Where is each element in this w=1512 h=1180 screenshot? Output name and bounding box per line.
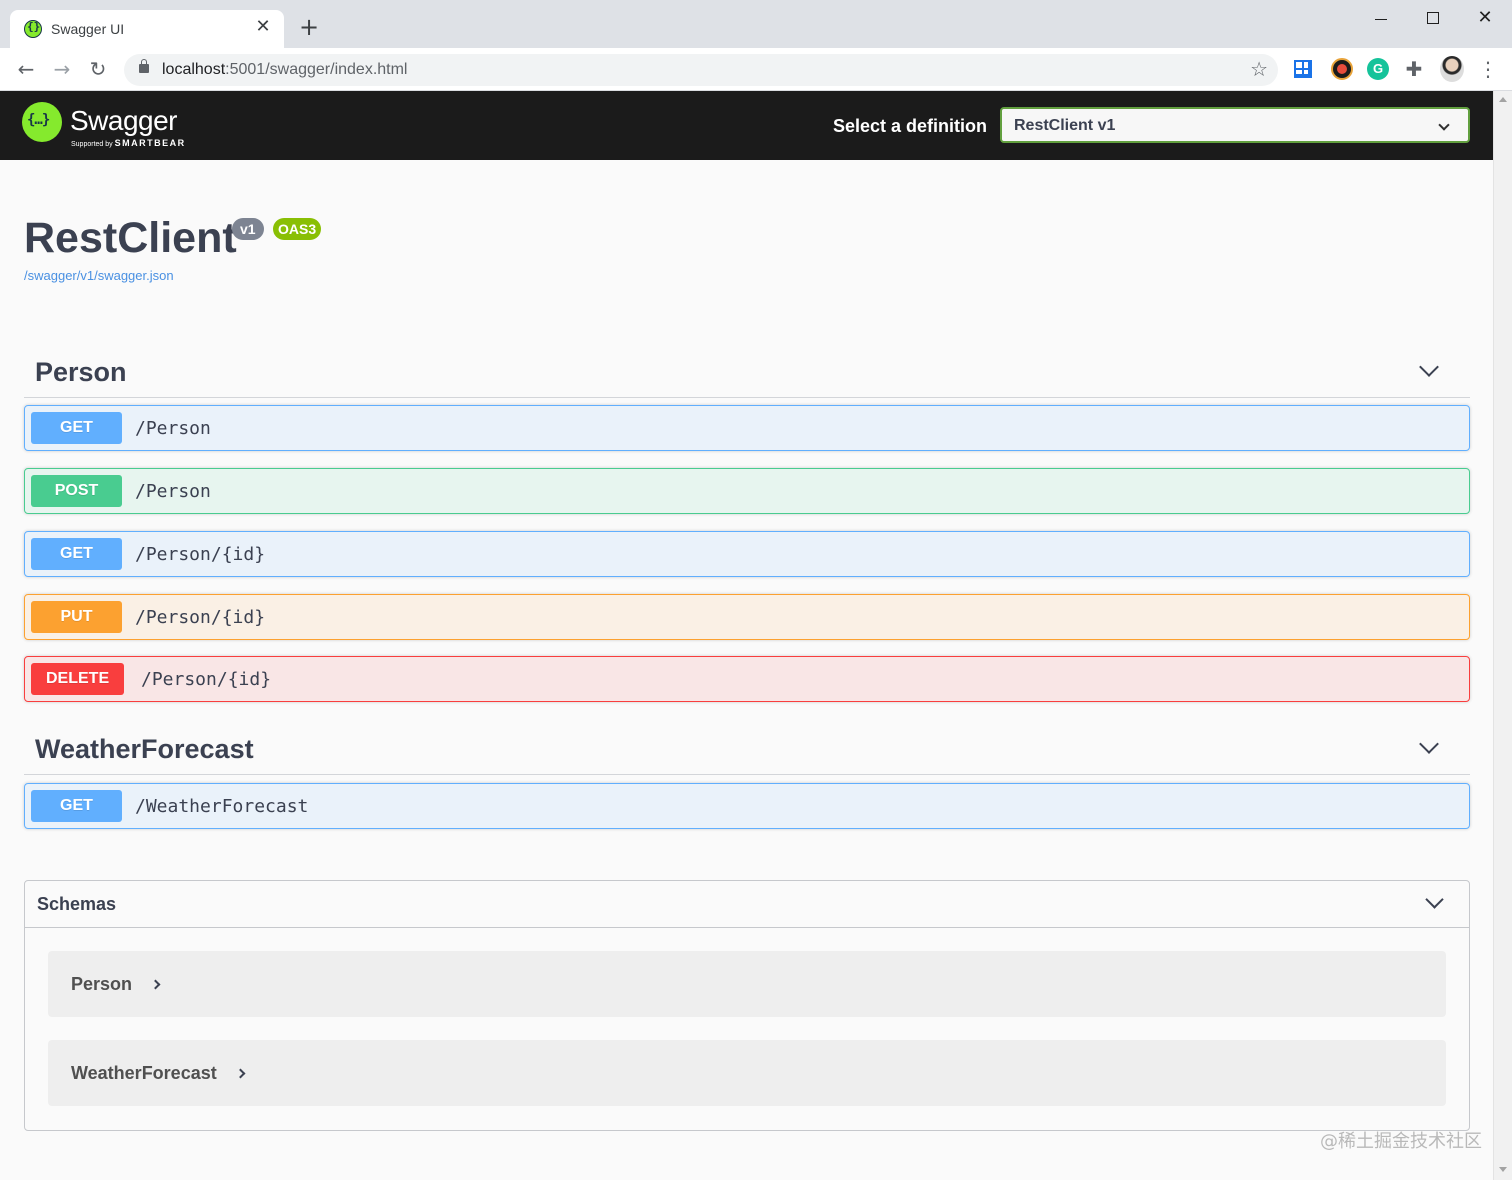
operation-row[interactable]: DELETE /Person/{id} — [24, 656, 1470, 702]
grid-extension-icon[interactable] — [1294, 60, 1312, 78]
model-name: Person — [71, 974, 161, 995]
back-arrow-icon[interactable]: ← — [12, 55, 40, 83]
chevron-right-icon[interactable] — [235, 1068, 246, 1079]
select-definition-label: Select a definition — [833, 116, 988, 136]
chevron-down-icon[interactable] — [1425, 890, 1444, 909]
tab-close-icon[interactable]: ✕ — [252, 16, 274, 38]
tab-title: Swagger UI — [51, 21, 125, 37]
method-badge: GET — [31, 790, 122, 822]
oas-badge: OAS3 — [273, 218, 322, 240]
definition-select[interactable]: RestClient v1 — [1000, 107, 1470, 143]
operation-row[interactable]: GET /WeatherForecast — [24, 783, 1470, 829]
kebab-menu-icon[interactable]: ⋮ — [1478, 57, 1498, 83]
schema-model-weatherforecast[interactable]: WeatherForecast — [48, 1040, 1446, 1106]
swagger-topbar: Swagger Supported by SMARTBEAR Select a … — [0, 91, 1493, 160]
browser-tab[interactable]: Swagger UI ✕ — [10, 10, 284, 48]
chevron-right-icon[interactable] — [150, 979, 161, 990]
operation-path: /Person — [135, 481, 211, 502]
method-badge: DELETE — [31, 663, 125, 695]
forward-arrow-icon[interactable]: → — [48, 55, 76, 83]
method-badge: POST — [31, 475, 122, 507]
operation-path: /Person — [135, 418, 211, 439]
page-scrollbar[interactable] — [1493, 91, 1512, 1180]
new-tab-button[interactable]: + — [296, 14, 322, 40]
star-icon[interactable]: ☆ — [1250, 57, 1268, 81]
version-badge: v1 — [232, 218, 264, 240]
tag-header-weatherforecast[interactable]: WeatherForecast — [24, 727, 1470, 775]
schema-model-person[interactable]: Person — [48, 951, 1446, 1017]
scroll-down-arrow-icon[interactable] — [1499, 1167, 1507, 1172]
puzzle-extension-icon[interactable]: ✚ — [1403, 58, 1425, 80]
schemas-header[interactable]: Schemas — [25, 881, 1469, 928]
selected-definition: RestClient v1 — [1014, 117, 1116, 134]
schemas-title: Schemas — [37, 894, 117, 914]
browser-toolbar: ← → ↻ localhost:5001/swagger/index.html … — [0, 48, 1512, 91]
scroll-up-arrow-icon[interactable] — [1499, 97, 1507, 102]
operation-path: /Person/{id} — [135, 607, 266, 628]
method-badge: PUT — [31, 601, 122, 633]
swagger-logo-icon[interactable] — [22, 102, 62, 142]
logo-subtitle: Supported by SMARTBEAR — [71, 138, 186, 148]
profile-avatar[interactable] — [1440, 56, 1464, 82]
schemas-section: Schemas Person WeatherForecast — [24, 880, 1470, 1131]
chevron-down-icon[interactable] — [1419, 357, 1439, 377]
tag-header-person[interactable]: Person — [24, 350, 1470, 398]
address-bar[interactable]: localhost:5001/swagger/index.html ☆ — [124, 54, 1278, 86]
api-title: RestClient — [24, 214, 237, 262]
browser-titlebar: Swagger UI ✕ + ✕ — [0, 0, 1512, 48]
watermark-text: @稀土掘金技术社区 — [1320, 1131, 1482, 1152]
window-minimize-button[interactable] — [1361, 4, 1401, 32]
method-badge: GET — [31, 412, 122, 444]
tag-name: Person — [35, 357, 127, 387]
spec-url-link[interactable]: /swagger/v1/swagger.json — [24, 268, 174, 283]
clock-extension-icon[interactable] — [1331, 58, 1353, 80]
model-name: WeatherForecast — [71, 1063, 246, 1084]
operation-path: /Person/{id} — [135, 544, 266, 565]
window-maximize-button[interactable] — [1413, 4, 1453, 32]
operation-row[interactable]: POST /Person — [24, 468, 1470, 514]
operation-row[interactable]: PUT /Person/{id} — [24, 594, 1470, 640]
reload-icon[interactable]: ↻ — [84, 55, 112, 83]
tag-name: WeatherForecast — [35, 734, 254, 764]
operation-row[interactable]: GET /Person — [24, 405, 1470, 451]
logo-text[interactable]: Swagger — [70, 105, 178, 137]
window-close-button[interactable]: ✕ — [1465, 4, 1505, 32]
method-badge: GET — [31, 538, 122, 570]
operation-path: /Person/{id} — [141, 669, 272, 690]
chevron-down-icon — [1438, 119, 1450, 131]
grammarly-extension-icon[interactable]: G — [1367, 58, 1389, 80]
lock-icon[interactable] — [139, 59, 149, 73]
url-text[interactable]: localhost:5001/swagger/index.html — [162, 61, 407, 79]
operation-row[interactable]: GET /Person/{id} — [24, 531, 1470, 577]
chevron-down-icon[interactable] — [1419, 734, 1439, 754]
operation-path: /WeatherForecast — [135, 796, 309, 817]
swagger-favicon-icon — [24, 20, 42, 38]
